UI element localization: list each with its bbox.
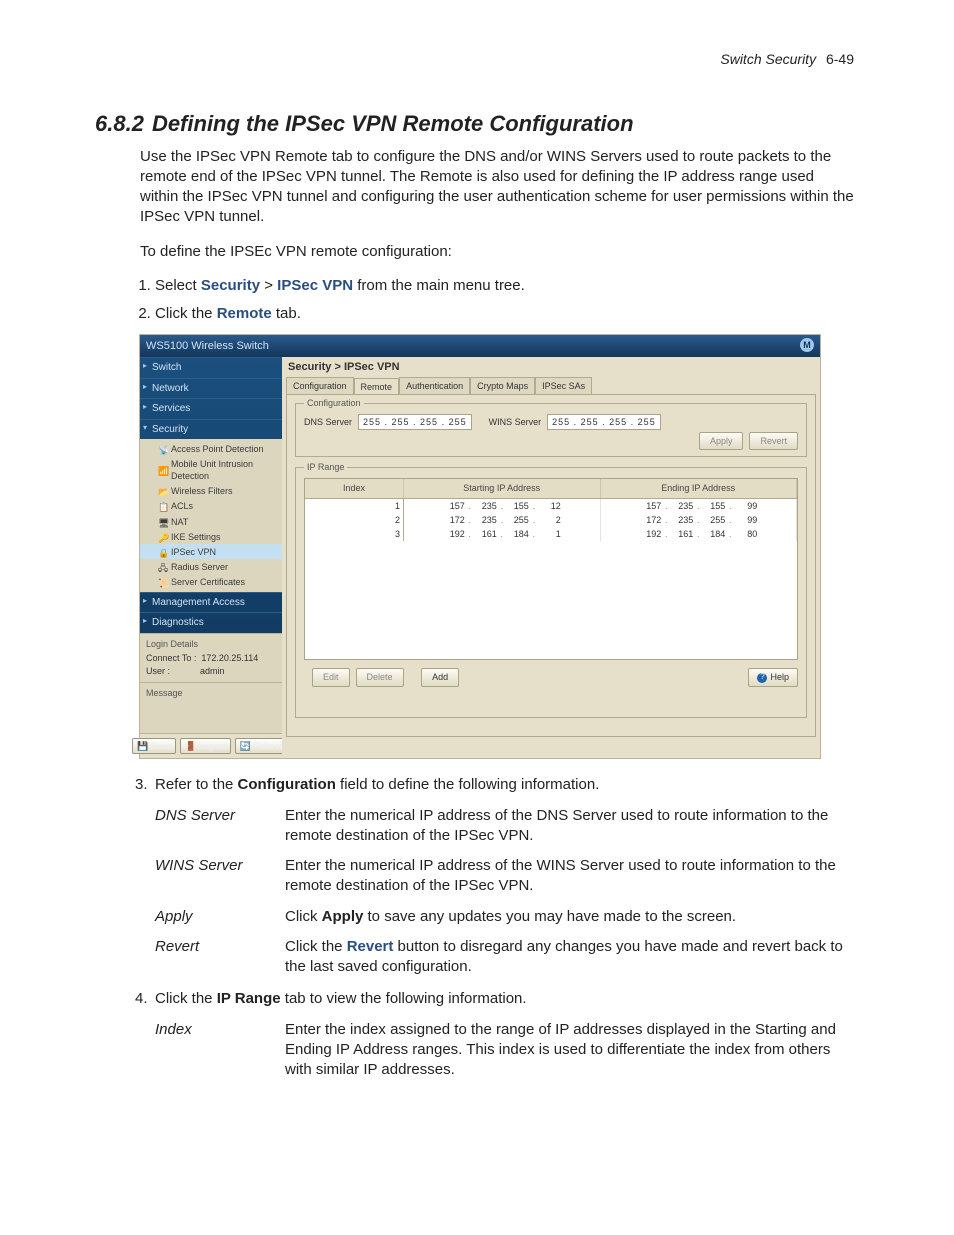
sub-ipsec-vpn[interactable]: 🔒IPSec VPN: [140, 544, 282, 559]
step-3: 3. Refer to the Configuration field to d…: [155, 775, 854, 795]
sidebar-item-security[interactable]: Security: [140, 419, 282, 440]
tree-icon: 🖧: [158, 562, 168, 572]
config-legend: Configuration: [304, 397, 364, 409]
step-2: Click the Remote tab.: [155, 304, 854, 324]
breadcrumb: Security > IPSec VPN: [282, 357, 820, 375]
step-list: Select Security > IPSec VPN from the mai…: [155, 276, 854, 325]
wins-label: WINS Server: [489, 416, 542, 428]
tab-bar: Configuration Remote Authentication Cryp…: [286, 377, 816, 394]
tree-icon: 🔒: [158, 547, 168, 557]
def-wins: WINS Server Enter the numerical IP addre…: [155, 856, 854, 897]
product-name: WS5100 Wireless Switch: [146, 339, 269, 354]
help-button[interactable]: ?Help: [748, 668, 798, 686]
sub-acls[interactable]: 📋ACLs: [140, 499, 282, 514]
step-list-continued-2: 4. Click the IP Range tab to view the fo…: [155, 989, 854, 1009]
sidebar-item-switch[interactable]: Switch: [140, 357, 282, 378]
sidebar-item-network[interactable]: Network: [140, 378, 282, 399]
col-end-ip: Ending IP Address: [600, 479, 797, 498]
login-details: Login Details Connect To : 172.20.25.114…: [140, 633, 282, 682]
tab-configuration[interactable]: Configuration: [286, 377, 354, 394]
tab-crypto-maps[interactable]: Crypto Maps: [470, 377, 535, 394]
help-icon: ?: [757, 673, 767, 683]
dns-server-input[interactable]: 255 . 255 . 255 . 255: [358, 414, 472, 430]
logout-icon: 🚪: [185, 740, 196, 752]
tree-icon: 📂: [158, 486, 168, 496]
tree-icon: 🔑: [158, 532, 168, 542]
brand-logo-icon: M: [800, 338, 814, 352]
definitions-iprange: Index Enter the index assigned to the ra…: [155, 1020, 854, 1081]
table-row[interactable]: 3192.161.184.1192.161.184.80: [305, 527, 797, 541]
lead-in: To define the IPSEc VPN remote configura…: [140, 242, 854, 262]
sidebar-buttons: 💾Save 🚪Logout 🔄Refresh: [140, 733, 282, 758]
tab-ipsec-sas[interactable]: IPSec SAs: [535, 377, 592, 394]
sub-mobile-unit-intrusion[interactable]: 📶Mobile Unit Intrusion Detection: [140, 456, 282, 483]
table-row[interactable]: 2172.235.255.2172.235.255.99: [305, 513, 797, 527]
section-heading: 6.8.2Defining the IPSec VPN Remote Confi…: [95, 109, 854, 139]
app-screenshot: WS5100 Wireless Switch M Switch Network …: [139, 334, 821, 759]
security-subtree: 📡Access Point Detection 📶Mobile Unit Int…: [140, 439, 282, 591]
step-list-continued: 3. Refer to the Configuration field to d…: [155, 775, 854, 795]
nav-sidebar: Switch Network Services Security 📡Access…: [140, 357, 282, 758]
wins-server-input[interactable]: 255 . 255 . 255 . 255: [547, 414, 661, 430]
sub-access-point-detection[interactable]: 📡Access Point Detection: [140, 441, 282, 456]
logout-button[interactable]: 🚪Logout: [180, 738, 231, 754]
sub-ike-settings[interactable]: 🔑IKE Settings: [140, 529, 282, 544]
ip-range-table: Index Starting IP Address Ending IP Addr…: [304, 478, 798, 660]
col-index: Index: [305, 479, 404, 498]
tree-icon: 🖥: [158, 517, 168, 527]
tab-remote[interactable]: Remote: [354, 378, 400, 395]
save-button[interactable]: 💾Save: [132, 738, 176, 754]
revert-button[interactable]: Revert: [749, 432, 798, 450]
sub-nat[interactable]: 🖥NAT: [140, 514, 282, 529]
iprange-legend: IP Range: [304, 461, 347, 473]
ip-range-group: IP Range Index Starting IP Address Endin…: [295, 467, 807, 717]
tree-icon: 📜: [158, 577, 168, 587]
refresh-icon: 🔄: [240, 740, 251, 752]
sidebar-item-diagnostics[interactable]: Diagnostics: [140, 612, 282, 633]
apply-button[interactable]: Apply: [699, 432, 744, 450]
col-start-ip: Starting IP Address: [404, 479, 601, 498]
running-header: Switch Security 6-49: [95, 50, 854, 69]
main-panel: Security > IPSec VPN Configuration Remot…: [282, 357, 820, 758]
def-revert: Revert Click the Revert button to disreg…: [155, 937, 854, 978]
definitions-config: DNS Server Enter the numerical IP addres…: [155, 806, 854, 978]
step-4: 4. Click the IP Range tab to view the fo…: [155, 989, 854, 1009]
def-apply: Apply Click Apply to save any updates yo…: [155, 907, 854, 927]
table-row[interactable]: 1157.235.155.12157.235.155.99: [305, 498, 797, 513]
page-number: 6-49: [826, 51, 854, 67]
dns-label: DNS Server: [304, 416, 352, 428]
sidebar-item-services[interactable]: Services: [140, 398, 282, 419]
sub-server-certificates[interactable]: 📜Server Certificates: [140, 575, 282, 590]
message-panel: Message: [140, 682, 282, 733]
edit-button[interactable]: Edit: [312, 668, 350, 686]
tab-authentication[interactable]: Authentication: [399, 377, 470, 394]
intro-paragraph: Use the IPSec VPN Remote tab to configur…: [140, 147, 854, 228]
titlebar: WS5100 Wireless Switch M: [140, 335, 820, 357]
tree-icon: 📡: [158, 444, 168, 454]
tree-icon: 📶: [158, 465, 168, 475]
sub-wireless-filters[interactable]: 📂Wireless Filters: [140, 484, 282, 499]
sidebar-item-management[interactable]: Management Access: [140, 592, 282, 613]
doc-title: Switch Security: [720, 51, 816, 67]
step-1: Select Security > IPSec VPN from the mai…: [155, 276, 854, 296]
sub-radius-server[interactable]: 🖧Radius Server: [140, 559, 282, 574]
configuration-group: Configuration DNS Server 255 . 255 . 255…: [295, 403, 807, 457]
delete-button[interactable]: Delete: [356, 668, 404, 686]
def-dns: DNS Server Enter the numerical IP addres…: [155, 806, 854, 847]
add-button[interactable]: Add: [421, 668, 459, 686]
tree-icon: 📋: [158, 501, 168, 511]
def-index: Index Enter the index assigned to the ra…: [155, 1020, 854, 1081]
save-icon: 💾: [137, 740, 148, 752]
